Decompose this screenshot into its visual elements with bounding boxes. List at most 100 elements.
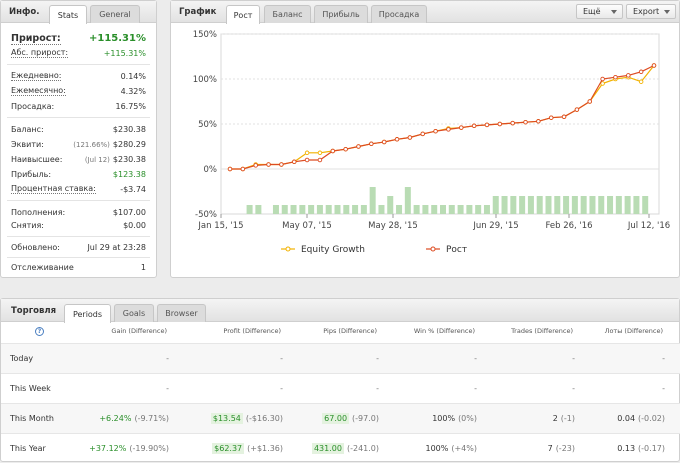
column-header-gain[interactable]: Gain (Difference) xyxy=(111,327,167,335)
info-panel-header: Инфо. Stats General xyxy=(1,1,156,24)
abs-gain-row: Абс. прирост: +115.31% xyxy=(11,47,146,59)
legend-label: Рост xyxy=(446,245,467,255)
gain-label[interactable]: Прирост: xyxy=(11,33,61,45)
tab-growth[interactable]: Рост xyxy=(226,5,260,24)
info-panel: Инфо. Stats General Прирост: +115.31% Аб… xyxy=(0,0,157,278)
volume-bar xyxy=(440,205,446,214)
volume-bar xyxy=(378,205,385,214)
pips-value: - xyxy=(376,354,379,363)
growth-chart[interactable]: 150% 100% 50% 0% -50% Jan 15, '15 May 07, '15… xyxy=(171,23,679,278)
divider xyxy=(7,200,150,201)
trades-value: 2 xyxy=(552,414,558,423)
more-dropdown[interactable]: Ещё xyxy=(576,4,623,19)
chevron-down-icon xyxy=(611,10,617,14)
profit-value: $123.38 xyxy=(112,169,146,179)
growth-point xyxy=(600,76,605,82)
growth-point xyxy=(433,128,438,134)
column-header-win[interactable]: Win % (Difference) xyxy=(414,327,475,335)
tab-drawdown[interactable]: Просадка xyxy=(371,5,427,23)
volume-bar xyxy=(387,196,394,214)
win-value: 100% xyxy=(432,414,456,423)
profit-value: $62.37 xyxy=(212,443,245,454)
tab-profit[interactable]: Прибыль xyxy=(314,5,368,23)
tab-periods[interactable]: Periods xyxy=(64,304,111,323)
export-dropdown[interactable]: Export xyxy=(626,4,676,19)
profit-row: Прибыль: $123.38 xyxy=(11,168,146,180)
drawdown-label: Просадка: xyxy=(11,101,55,111)
growth-point xyxy=(497,121,503,127)
win-value: - xyxy=(474,384,477,393)
volume-bar xyxy=(589,196,596,214)
monthly-label[interactable]: Ежемесячно: xyxy=(11,86,66,96)
deposits-row: Пополнения: $107.00 xyxy=(11,206,146,218)
volume-bar xyxy=(360,205,367,214)
column-header-lots[interactable]: Лоты (Difference) xyxy=(605,327,663,335)
gain-value: - xyxy=(166,384,169,393)
help-icon[interactable]: ? xyxy=(35,327,44,336)
period-label: This Year xyxy=(10,444,46,453)
growth-point xyxy=(253,163,258,168)
y-tick-label: 0% xyxy=(204,165,218,175)
legend-label: Equity Growth xyxy=(301,245,365,255)
growth-point xyxy=(266,162,271,167)
volume-bar xyxy=(281,205,288,214)
abs-gain-value: +115.31% xyxy=(103,48,146,58)
growth-point xyxy=(638,69,644,75)
y-tick-label: 50% xyxy=(198,120,217,130)
gain-value: +37.12% xyxy=(89,444,127,453)
lots-cell: 0.04 (-0.02) xyxy=(617,414,665,423)
column-header-profit[interactable]: Profit (Difference) xyxy=(223,327,281,335)
updated-row: Обновлено: Jul 29 at 23:28 xyxy=(11,241,146,253)
tab-general[interactable]: General xyxy=(90,5,140,23)
table-row: This Month +6.24% (-9.71%) $13.54 (-$16.30) 6… xyxy=(1,403,680,433)
pips-cell: 67.00 (-97.0) xyxy=(322,413,379,424)
lots-cell: - xyxy=(662,354,665,363)
win-difference: (+4%) xyxy=(451,444,477,453)
growth-point xyxy=(279,162,284,167)
highest-row: Наивысшее: (Jul 12) $230.38 xyxy=(11,153,146,165)
growth-point xyxy=(407,135,413,140)
volume-bar xyxy=(431,205,438,214)
tab-browser[interactable]: Browser xyxy=(157,304,206,322)
growth-point xyxy=(587,99,593,104)
monthly-row: Ежемесячно: 4.32% xyxy=(11,85,146,97)
tab-stats[interactable]: Stats xyxy=(49,5,87,24)
volume-bar xyxy=(325,205,332,214)
daily-value: 0.14% xyxy=(120,71,146,81)
tracking-row: Отслеживание 1 xyxy=(11,261,146,273)
tab-goals[interactable]: Goals xyxy=(114,304,154,322)
column-header-trades[interactable]: Trades (Difference) xyxy=(511,327,573,335)
volume-bar xyxy=(422,205,429,214)
volume-bar xyxy=(290,205,297,214)
growth-point xyxy=(343,146,348,152)
pips-cell: - xyxy=(376,354,379,363)
growth-point xyxy=(356,144,361,149)
volume-bar xyxy=(545,196,552,214)
drawdown-value: 16.75% xyxy=(115,101,146,111)
y-tick-label: 100% xyxy=(193,75,217,85)
volume-bar xyxy=(343,205,350,214)
trading-panel-header: Торговля Periods Goals Browser xyxy=(1,299,679,323)
balance-label: Баланс: xyxy=(11,124,44,134)
growth-point xyxy=(471,123,477,129)
growth-point xyxy=(420,131,425,137)
growth-point xyxy=(484,122,490,128)
column-header-pips[interactable]: Pips (Difference) xyxy=(323,327,377,335)
gain-cell: - xyxy=(166,354,169,363)
win-value: - xyxy=(474,354,477,363)
tracking-label: Отслеживание xyxy=(11,262,74,272)
win-cell: - xyxy=(474,384,477,393)
updated-value: Jul 29 at 23:28 xyxy=(87,242,146,252)
equity-label: Эквити: xyxy=(11,139,44,149)
abs-gain-label[interactable]: Абс. прирост: xyxy=(11,48,69,58)
volume-bar xyxy=(404,187,411,214)
tab-balance[interactable]: Баланс xyxy=(264,5,311,23)
profit-cell: - xyxy=(280,384,283,393)
growth-point xyxy=(369,141,374,147)
period-label: Today xyxy=(10,354,34,363)
daily-label[interactable]: Ежедневно: xyxy=(11,71,62,81)
drawdown-row: Просадка: 16.75% xyxy=(11,100,146,112)
x-tick-label: Feb 26, '16 xyxy=(545,221,592,231)
pips-difference: (-97.0) xyxy=(352,414,379,423)
interest-label[interactable]: Процентная ставка: xyxy=(11,184,96,194)
